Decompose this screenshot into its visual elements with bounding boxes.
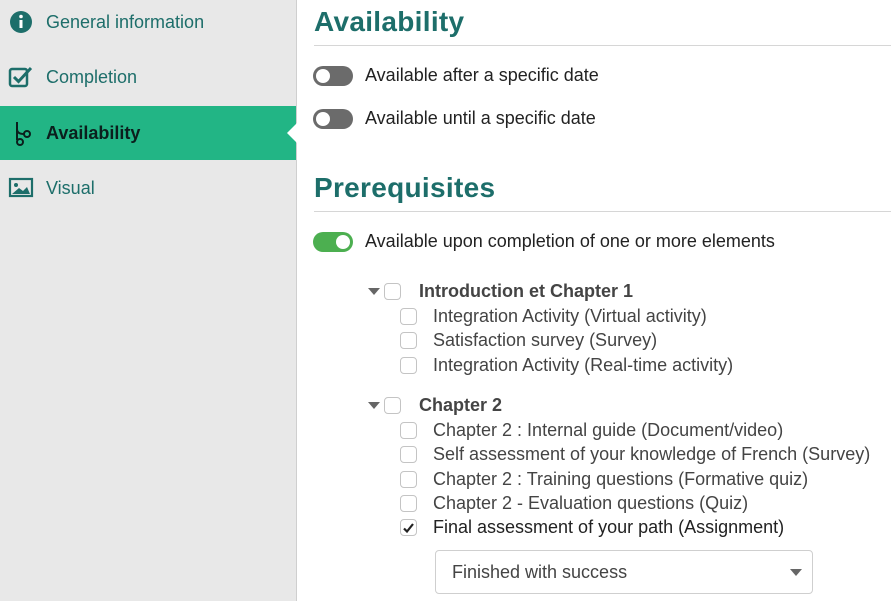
item-checkbox-checked[interactable] bbox=[400, 519, 417, 536]
divider bbox=[314, 211, 891, 212]
sidebar-item-label: Visual bbox=[46, 177, 95, 198]
chevron-down-icon bbox=[790, 569, 802, 576]
sidebar-item-label: General information bbox=[46, 11, 205, 32]
item-checkbox[interactable] bbox=[400, 446, 417, 463]
item-label: Self assessment of your knowledge of Fre… bbox=[433, 444, 871, 464]
available-after-row: Available after a specific date bbox=[313, 65, 599, 86]
tree-item[interactable]: Integration Activity (Virtual activity) bbox=[400, 306, 707, 327]
chevron-down-icon[interactable] bbox=[368, 402, 380, 409]
available-until-row: Available until a specific date bbox=[313, 108, 596, 129]
completion-prereq-row: Available upon completion of one or more… bbox=[313, 231, 775, 252]
completion-prereq-label: Available upon completion of one or more… bbox=[365, 231, 775, 251]
item-label: Final assessment of your path (Assignmen… bbox=[433, 517, 785, 537]
select-value: Finished with success bbox=[452, 561, 628, 582]
available-after-toggle[interactable] bbox=[313, 65, 353, 86]
tree-item[interactable]: Chapter 2 - Evaluation questions (Quiz) bbox=[400, 493, 748, 514]
item-label: Chapter 2 - Evaluation questions (Quiz) bbox=[433, 493, 749, 513]
sidebar: General information Completion Availabil… bbox=[0, 0, 297, 601]
checkbox-check-icon bbox=[8, 64, 34, 90]
tree-item[interactable]: Satisfaction survey (Survey) bbox=[400, 330, 657, 351]
completion-condition-select[interactable]: Finished with success bbox=[435, 550, 813, 594]
tree-group-introduction: Introduction et Chapter 1 bbox=[368, 281, 633, 302]
toggle-knob bbox=[316, 111, 330, 126]
tree-item[interactable]: Chapter 2 : Internal guide (Document/vid… bbox=[400, 420, 783, 441]
sidebar-item-label: Availability bbox=[46, 122, 141, 143]
sidebar-item-visual[interactable]: Visual bbox=[0, 161, 296, 215]
item-label: Chapter 2 : Internal guide (Document/vid… bbox=[433, 420, 784, 440]
toggle-knob bbox=[316, 68, 330, 83]
item-label: Chapter 2 : Training questions (Formativ… bbox=[433, 469, 809, 489]
info-icon bbox=[8, 9, 34, 35]
divider bbox=[314, 45, 891, 46]
sidebar-item-general-information[interactable]: General information bbox=[0, 0, 296, 49]
item-label: Integration Activity (Virtual activity) bbox=[433, 306, 707, 326]
item-label: Integration Activity (Real-time activity… bbox=[433, 355, 734, 375]
tree-item[interactable]: Final assessment of your path (Assignmen… bbox=[400, 517, 784, 538]
prerequisites-title: Prerequisites bbox=[314, 172, 496, 203]
toggle-knob bbox=[336, 234, 350, 249]
branch-icon bbox=[8, 120, 34, 146]
group-checkbox[interactable] bbox=[384, 397, 401, 414]
item-checkbox[interactable] bbox=[400, 471, 417, 488]
group-checkbox[interactable] bbox=[384, 283, 401, 300]
chevron-down-icon[interactable] bbox=[368, 288, 380, 295]
item-checkbox[interactable] bbox=[400, 332, 417, 349]
group-label: Chapter 2 bbox=[419, 395, 503, 415]
sidebar-item-label: Completion bbox=[46, 66, 138, 87]
group-label: Introduction et Chapter 1 bbox=[419, 281, 634, 301]
sidebar-item-availability[interactable]: Availability bbox=[0, 106, 297, 160]
item-checkbox[interactable] bbox=[400, 308, 417, 325]
available-after-label: Available after a specific date bbox=[365, 65, 599, 85]
available-until-toggle[interactable] bbox=[313, 108, 353, 129]
tree-group-chapter-2: Chapter 2 bbox=[368, 395, 502, 416]
available-until-label: Available until a specific date bbox=[365, 108, 596, 128]
tree-item[interactable]: Self assessment of your knowledge of Fre… bbox=[400, 444, 870, 465]
item-checkbox[interactable] bbox=[400, 357, 417, 374]
item-label: Satisfaction survey (Survey) bbox=[433, 330, 658, 350]
main-content: Availability Available after a specific … bbox=[297, 0, 891, 601]
completion-prereq-toggle[interactable] bbox=[313, 231, 353, 252]
sidebar-item-completion[interactable]: Completion bbox=[0, 50, 296, 104]
item-checkbox[interactable] bbox=[400, 495, 417, 512]
image-icon bbox=[8, 175, 34, 201]
tree-item[interactable]: Integration Activity (Real-time activity… bbox=[400, 355, 733, 376]
tree-item[interactable]: Chapter 2 : Training questions (Formativ… bbox=[400, 469, 808, 490]
item-checkbox[interactable] bbox=[400, 422, 417, 439]
checkmark-icon bbox=[403, 522, 414, 533]
availability-title: Availability bbox=[314, 6, 465, 37]
